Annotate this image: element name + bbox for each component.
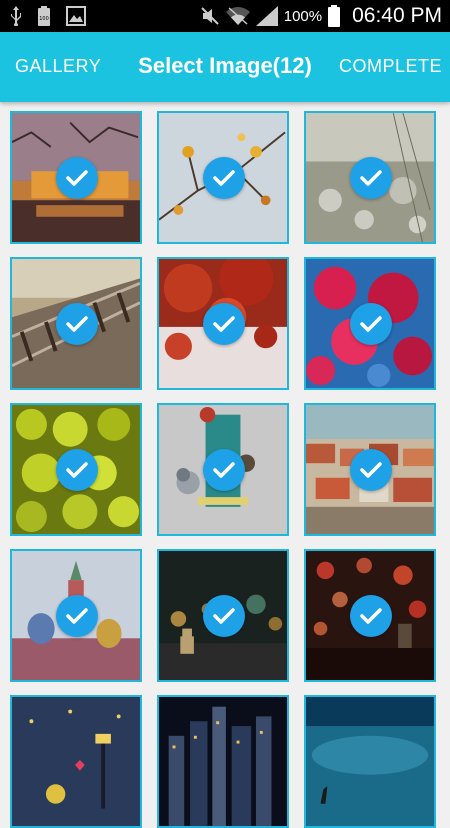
image-tile[interactable]	[304, 549, 436, 682]
app-bar: GALLERY Select Image(12) COMPLETE	[0, 32, 450, 102]
usb-icon	[11, 6, 21, 26]
battery-icon	[328, 5, 341, 27]
selected-check	[203, 595, 245, 637]
checkmark-icon	[360, 170, 382, 186]
mute-icon	[201, 7, 219, 25]
battery-small-icon: 100	[38, 6, 50, 26]
battery-percent: 100%	[283, 7, 323, 25]
selected-check	[203, 449, 245, 491]
image-tile[interactable]	[10, 695, 142, 828]
svg-text:100: 100	[39, 16, 49, 22]
checkmark-icon	[66, 170, 88, 186]
image-tile[interactable]	[10, 403, 142, 536]
image-tile[interactable]	[157, 403, 289, 536]
image-tile[interactable]	[10, 111, 142, 244]
status-bar: 100 100% 06:40 PM	[0, 0, 450, 32]
photo-cartoon-streetlamp	[12, 697, 140, 826]
image-tile[interactable]	[10, 257, 142, 390]
selected-check	[203, 157, 245, 199]
selected-check	[350, 595, 392, 637]
wifi-icon	[225, 7, 250, 25]
checkmark-icon	[213, 316, 235, 332]
image-tile[interactable]	[157, 111, 289, 244]
selected-check	[350, 449, 392, 491]
photo-heron-water	[306, 697, 434, 826]
image-icon	[66, 6, 86, 26]
complete-button[interactable]: COMPLETE	[339, 56, 442, 77]
selected-check	[350, 303, 392, 345]
signal-icon	[255, 6, 278, 26]
selected-check	[56, 303, 98, 345]
selected-check	[350, 157, 392, 199]
checkmark-icon	[66, 462, 88, 478]
gallery-button[interactable]: GALLERY	[15, 56, 101, 77]
notification-icons: 100	[10, 6, 86, 26]
image-tile[interactable]	[304, 695, 436, 828]
system-icons: 100% 06:40 PM	[200, 0, 442, 32]
image-tile[interactable]	[157, 257, 289, 390]
image-tile[interactable]	[304, 111, 436, 244]
checkmark-icon	[360, 462, 382, 478]
checkmark-icon	[213, 170, 235, 186]
image-tile[interactable]	[157, 695, 289, 828]
image-tile[interactable]	[304, 403, 436, 536]
photo-city-skyline	[159, 697, 287, 826]
clock: 06:40 PM	[352, 4, 442, 27]
checkmark-icon	[66, 608, 88, 624]
selected-check	[56, 595, 98, 637]
checkmark-icon	[66, 316, 88, 332]
image-tile[interactable]	[304, 257, 436, 390]
checkmark-icon	[360, 608, 382, 624]
image-tile[interactable]	[10, 549, 142, 682]
checkmark-icon	[213, 608, 235, 624]
selected-check	[203, 303, 245, 345]
selected-check	[56, 449, 98, 491]
checkmark-icon	[360, 316, 382, 332]
selected-check	[56, 157, 98, 199]
checkmark-icon	[213, 462, 235, 478]
image-tile[interactable]	[157, 549, 289, 682]
